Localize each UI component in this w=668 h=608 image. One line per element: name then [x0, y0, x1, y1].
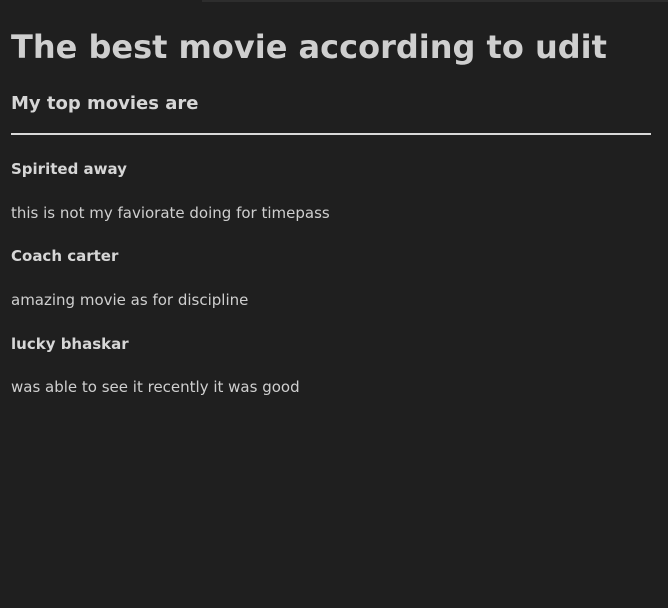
- top-edge-strip: [202, 0, 668, 2]
- movie-title-lucky-bhaskar: lucky bhaskar: [11, 335, 129, 353]
- page-title: The best movie according to udit: [11, 28, 607, 66]
- section-heading: My top movies are: [11, 93, 199, 114]
- movie-title-coach-carter: Coach carter: [11, 247, 119, 265]
- movie-note-lucky-bhaskar: was able to see it recently it was good: [11, 378, 300, 396]
- horizontal-rule: [11, 133, 651, 135]
- movie-note-coach-carter: amazing movie as for discipline: [11, 291, 249, 309]
- movie-title-spirited-away: Spirited away: [11, 160, 127, 178]
- movie-note-spirited-away: this is not my faviorate doing for timep…: [11, 204, 330, 222]
